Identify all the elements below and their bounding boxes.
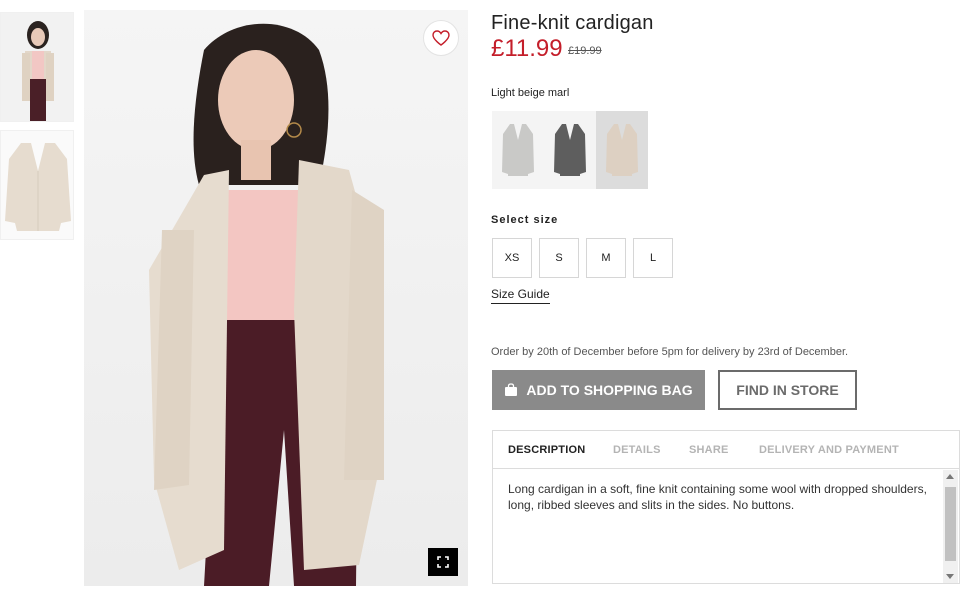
- product-title: Fine-knit cardigan: [491, 12, 654, 34]
- color-swatch-dark-grey[interactable]: [544, 111, 596, 189]
- tab-share[interactable]: SHARE: [689, 444, 729, 456]
- scrollbar-thumb[interactable]: [945, 487, 956, 561]
- select-size-label: Select size: [491, 214, 559, 226]
- selected-color-label: Light beige marl: [491, 87, 570, 99]
- color-swatch-light-beige[interactable]: [596, 111, 648, 189]
- product-price: £11.99: [491, 35, 563, 62]
- color-swatch-light-grey[interactable]: [492, 111, 544, 189]
- product-old-price: £19.99: [568, 45, 602, 57]
- tab-description[interactable]: DESCRIPTION: [508, 444, 585, 456]
- size-option-m[interactable]: M: [586, 238, 626, 278]
- heart-icon: [432, 30, 450, 46]
- size-guide-link[interactable]: Size Guide: [491, 287, 550, 304]
- size-option-s[interactable]: S: [539, 238, 579, 278]
- add-to-bag-label: ADD TO SHOPPING BAG: [526, 382, 693, 398]
- tab-details[interactable]: DETAILS: [613, 444, 661, 456]
- description-scrollbar[interactable]: [943, 470, 958, 583]
- cardigan-grey-icon: [502, 124, 534, 176]
- thumbnail-model-image: [1, 13, 73, 121]
- add-to-bag-button[interactable]: ADD TO SHOPPING BAG: [492, 370, 705, 410]
- cardigan-dark-grey-icon: [554, 124, 586, 176]
- thumbnail-flat[interactable]: [0, 130, 74, 240]
- model-photo: [84, 10, 468, 586]
- main-product-image[interactable]: [84, 10, 468, 586]
- thumbnail-model[interactable]: [0, 12, 74, 122]
- find-in-store-button[interactable]: FIND IN STORE: [718, 370, 857, 410]
- size-option-l[interactable]: L: [633, 238, 673, 278]
- scroll-up-arrow-icon[interactable]: [946, 474, 954, 479]
- description-text: Long cardigan in a soft, fine knit conta…: [508, 482, 927, 512]
- scroll-down-arrow-icon[interactable]: [946, 574, 954, 579]
- tab-bar: DESCRIPTION DETAILS SHARE DELIVERY AND P…: [493, 431, 959, 469]
- cardigan-beige-icon: [606, 124, 638, 176]
- tab-delivery-payment[interactable]: DELIVERY AND PAYMENT: [759, 444, 899, 456]
- shopping-bag-icon: [505, 383, 518, 396]
- size-option-xs[interactable]: XS: [492, 238, 532, 278]
- fullscreen-icon: [437, 556, 449, 568]
- thumbnail-flat-image: [1, 131, 73, 239]
- delivery-note: Order by 20th of December before 5pm for…: [491, 346, 849, 358]
- product-info-tabs: DESCRIPTION DETAILS SHARE DELIVERY AND P…: [492, 430, 960, 584]
- favorite-button[interactable]: [423, 20, 459, 56]
- fullscreen-button[interactable]: [428, 548, 458, 576]
